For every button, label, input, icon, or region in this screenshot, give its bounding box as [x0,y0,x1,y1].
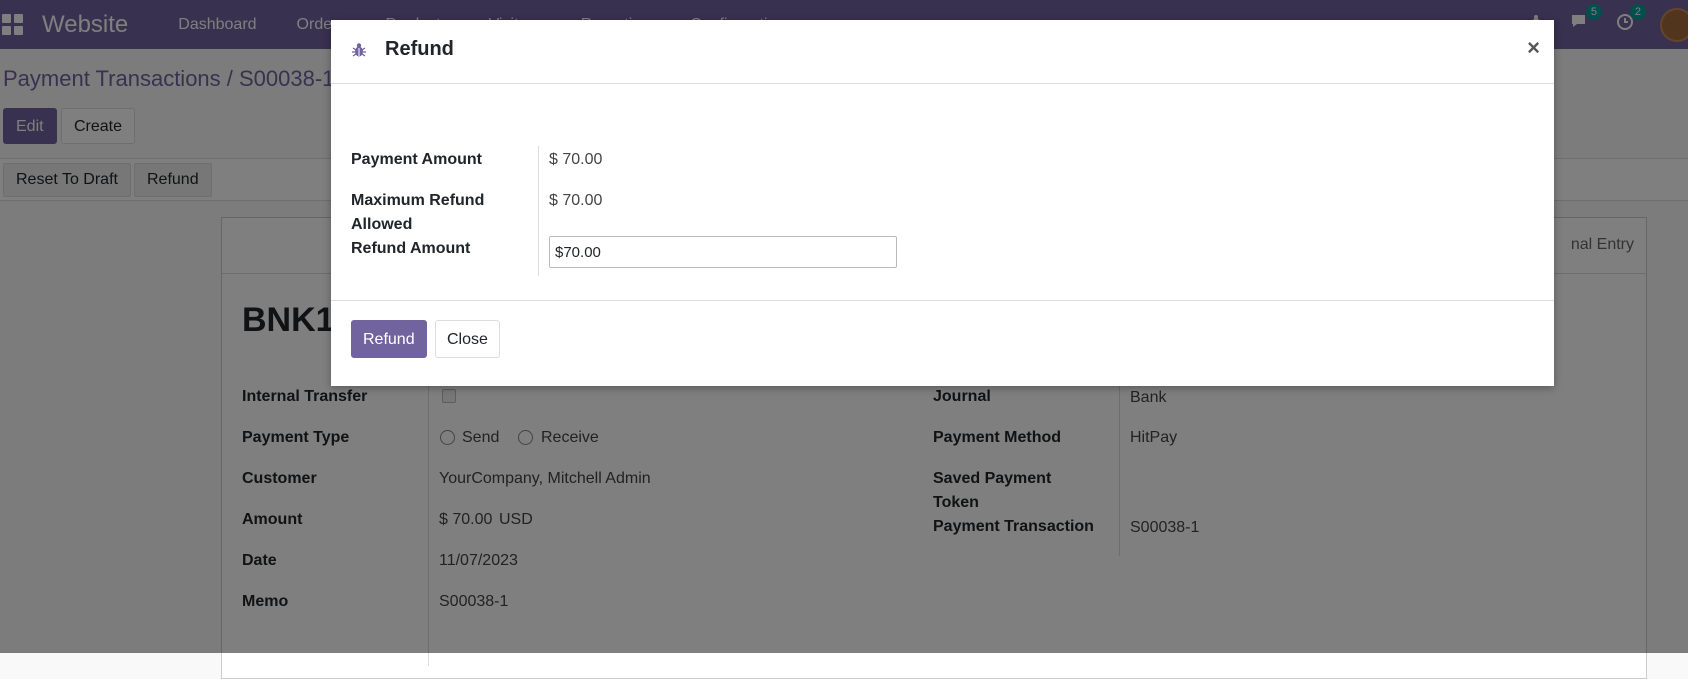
dialog-title: Refund [385,38,454,60]
max-refund-value: $ 70.00 [549,192,603,209]
refund-amount-input[interactable] [549,236,897,268]
payment-amount-value: $ 70.00 [549,151,603,168]
dialog-close-button[interactable]: Close [435,320,500,358]
refund-confirm-button[interactable]: Refund [351,320,427,358]
max-refund-label-line2: Allowed [351,216,413,233]
dialog-header: Refund × [331,20,1554,84]
refund-amount-label: Refund Amount [351,240,471,257]
refund-dialog: Refund × Payment Amount $ 70.00 Maximum … [331,20,1554,386]
dialog-body: Payment Amount $ 70.00 Maximum Refund Al… [331,84,1554,320]
dialog-footer [331,300,1554,387]
dialog-field-separator [538,146,539,276]
dialog-close-icon[interactable]: × [1527,35,1540,61]
payment-amount-label: Payment Amount [351,151,482,168]
bug-icon [352,43,366,57]
max-refund-label-line1: Maximum Refund [351,192,485,209]
